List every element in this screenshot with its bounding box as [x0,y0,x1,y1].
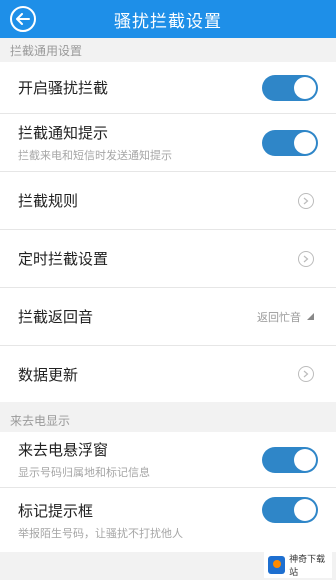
chevron-right-icon [298,366,314,382]
chevron-glyph [303,197,309,204]
back-arrow-glyph [16,13,30,25]
setting-label: 拦截规则 [18,192,79,210]
setting-enable-blocking[interactable]: 开启骚扰拦截 [0,62,336,114]
mark-prompt-toggle[interactable] [262,497,318,523]
setting-mark-prompt[interactable]: 标记提示框 举报陌生号码，让骚扰不打扰他人 [0,488,336,552]
selected-value: 返回忙音 [257,310,301,324]
watermark-logo: 神奇下载站 [264,552,332,578]
watermark-text: 神奇下载站 [289,555,326,578]
setting-label: 数据更新 [18,365,79,384]
setting-label: 定时拦截设置 [18,250,109,268]
toggle-knob [294,448,316,471]
setting-block-notification[interactable]: 拦截通知提示 拦截来电和短信时发送通知提示 [0,114,336,172]
setting-return-tone[interactable]: 拦截返回音 返回忙音 [0,288,336,346]
title-bar: 骚扰拦截设置 [0,0,336,38]
floating-window-toggle[interactable] [262,446,318,473]
chevron-glyph [303,370,309,378]
toggle-knob [294,131,316,154]
general-settings-group: 开启骚扰拦截 拦截通知提示 拦截来电和短信时发送通知提示 拦截规则 定时拦截设置… [0,62,336,402]
site-logo-icon [268,556,286,574]
back-arrow-icon[interactable] [10,6,36,32]
chevron-right-icon [298,192,314,209]
setting-floating-window[interactable]: 来去电悬浮窗 显示号码归属地和标记信息 [0,432,336,488]
enable-blocking-toggle[interactable] [262,74,318,101]
toggle-knob [294,499,316,521]
row-text: 拦截规则 [18,190,336,211]
chevron-glyph [303,255,309,262]
return-tone-select[interactable]: 返回忙音 [257,309,314,325]
row-text: 数据更新 [18,364,336,385]
dropdown-triangle-icon [307,313,314,320]
page-title: 骚扰拦截设置 [114,11,222,32]
setting-block-rules[interactable]: 拦截规则 [0,172,336,230]
block-notification-toggle[interactable] [262,129,318,156]
row-text: 定时拦截设置 [18,248,336,269]
toggle-knob [294,76,316,99]
chevron-right-icon [298,250,314,267]
setting-scheduled-blocking[interactable]: 定时拦截设置 [0,230,336,288]
caller-display-group: 来去电悬浮窗 显示号码归属地和标记信息 标记提示框 举报陌生号码，让骚扰不打扰他… [0,432,336,552]
setting-data-update[interactable]: 数据更新 [0,346,336,402]
section-label-general: 拦截通用设置 [10,44,83,58]
setting-description: 举报陌生号码，让骚扰不打扰他人 [18,526,183,540]
section-label-caller: 来去电显示 [10,414,71,428]
